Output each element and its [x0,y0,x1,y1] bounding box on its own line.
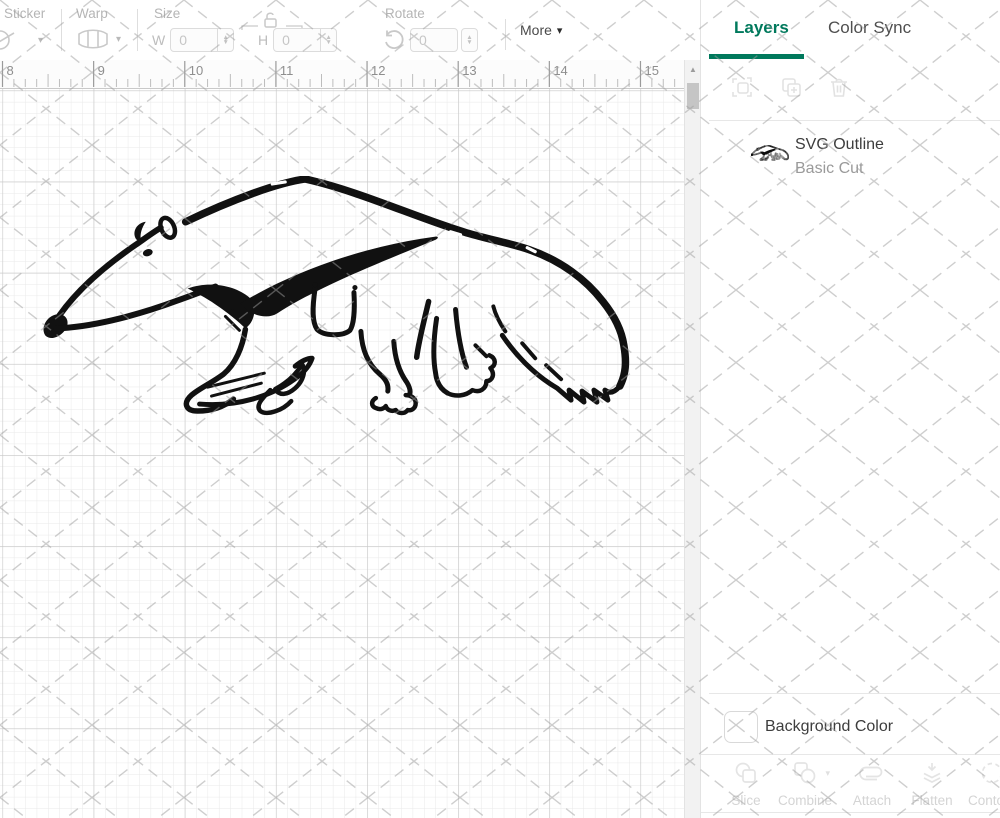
layer-name: SVG Outline [795,136,884,154]
background-color-label: Background Color [765,718,893,736]
contour-dashed-circle-icon [979,760,1000,786]
active-tab-underline [709,54,804,59]
edit-toolbar: Sticker ▾ Warp ▾ Size W [0,0,700,60]
size-label: Size [154,6,180,21]
stepper-down-icon[interactable]: ▼ [466,40,472,46]
tab-layers[interactable]: Layers [728,17,795,39]
duplicate-icon[interactable] [779,75,803,99]
stepper-down-icon[interactable]: ▼ [223,40,229,46]
svg-text:14: 14 [553,63,567,78]
toolbar-divider [505,19,506,50]
contour-button[interactable]: Contour [952,760,1000,808]
svg-text:9: 9 [98,63,105,78]
svg-text:8: 8 [7,63,14,78]
svg-text:11: 11 [280,63,294,78]
svg-text:13: 13 [462,63,476,78]
horizontal-ruler: 8 9 10 11 12 13 14 15 [0,60,684,89]
layer-row[interactable]: SVG Outline Basic Cut [701,127,1000,185]
scroll-up-arrow[interactable]: ▲ [685,60,701,78]
chevron-down-icon[interactable]: ▾ [116,34,121,45]
contour-label: Contour [952,793,1000,808]
flatten-icon [919,760,945,786]
tab-color-sync[interactable]: Color Sync [822,17,917,39]
ruler-ticks: 8 9 10 11 12 13 14 15 [0,60,684,87]
attach-paperclip-icon [857,760,887,786]
panel-divider [701,812,1000,813]
slice-icon [733,760,759,786]
warp-mesh-icon[interactable] [76,28,110,50]
warp-label: Warp [76,6,108,21]
rotate-label: Rotate [385,6,425,21]
chevron-down-icon[interactable]: ▾ [38,35,43,46]
scrollbar-thumb[interactable] [687,83,699,109]
background-color-swatch[interactable] [724,711,758,743]
sticker-offset-icon[interactable] [0,28,16,52]
design-canvas[interactable] [0,89,684,818]
height-input[interactable] [274,32,320,48]
svg-text:12: 12 [371,63,385,78]
stepper-down-icon[interactable]: ▼ [325,40,331,46]
more-button[interactable]: More ▾ [514,21,568,39]
canvas-grid [0,89,684,818]
vertical-scrollbar[interactable]: ▲ [684,60,701,818]
layer-type: Basic Cut [795,160,863,178]
layers-panel: Layers Color Sync [700,0,1000,818]
combine-icon: ▾ [792,760,818,786]
height-label: H [258,32,268,48]
width-label: W [152,32,165,48]
height-stepper[interactable]: ▲ ▼ [320,29,336,51]
toolbar-divider [61,9,62,51]
delete-icon[interactable] [827,75,851,99]
rotate-stepper[interactable]: ▲ ▼ [461,28,478,52]
rotate-ccw-icon[interactable] [383,29,405,51]
design-app: Sticker ▾ Warp ▾ Size W [0,0,1000,818]
toolbar-divider [137,9,138,51]
layer-thumbnail [751,145,789,161]
svg-text:10: 10 [189,63,203,78]
width-stepper[interactable]: ▲ ▼ [217,29,233,51]
chevron-down-icon: ▾ [557,24,563,37]
panel-divider [709,120,1000,121]
rotate-input[interactable] [411,32,457,48]
sticker-label: Sticker [4,6,45,21]
chevron-down-icon[interactable]: ▾ [825,768,830,779]
panel-divider [701,754,1000,755]
panel-divider [709,693,1000,694]
width-input-group: ▲ ▼ [170,28,234,52]
height-input-group: ▲ ▼ [273,28,337,52]
rotate-input-group [410,28,458,52]
svg-text:15: 15 [644,63,658,78]
width-input[interactable] [171,32,217,48]
select-all-icon[interactable] [730,75,754,99]
more-label: More [520,22,552,38]
